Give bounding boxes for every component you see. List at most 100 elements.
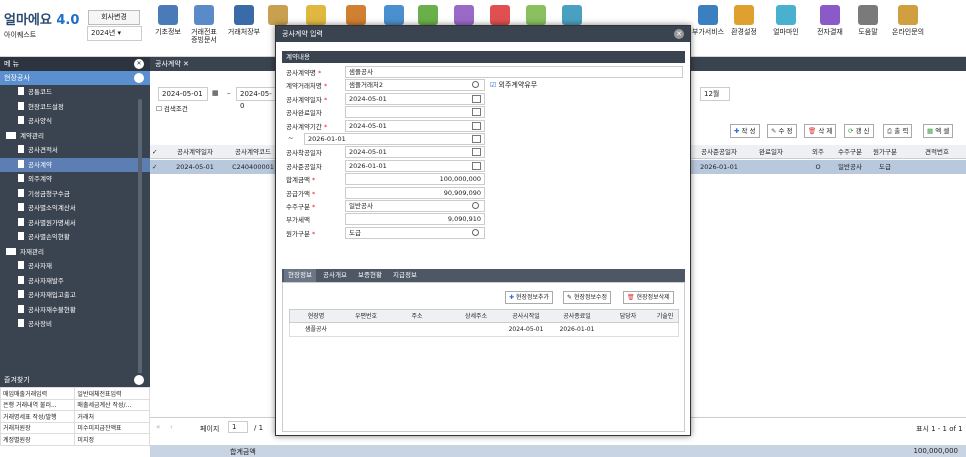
calendar-icon[interactable]: ▦: [212, 89, 219, 97]
outsource-checkbox[interactable]: ☑ 외주계약유무: [490, 80, 537, 90]
date-to-input[interactable]: 2024-05-0: [236, 87, 276, 110]
field-input[interactable]: 2024-05-01: [345, 92, 485, 105]
add-site-button[interactable]: ✚ 현장정보추가: [505, 291, 554, 304]
subtab-3[interactable]: 지급정보: [389, 269, 421, 282]
sidebar-item-9[interactable]: 공사별원가명세서: [0, 216, 150, 231]
calendar-icon[interactable]: [472, 135, 481, 143]
calendar-icon[interactable]: [472, 121, 481, 130]
toolbar-item-0[interactable]: 기초정보: [148, 5, 188, 36]
sidebar-item-16[interactable]: 공사장비: [0, 317, 150, 332]
favorite-item[interactable]: 은행 거래내역 불러...: [0, 398, 76, 411]
sidebar-item-13[interactable]: 공사자재발주: [0, 274, 150, 289]
subtab-2[interactable]: 보증현황: [354, 269, 386, 282]
calendar-icon[interactable]: [472, 94, 481, 103]
favorite-item[interactable]: 일반대체전표입력: [74, 387, 150, 400]
sidebar-item-2[interactable]: 공사양식: [0, 114, 150, 129]
page-input[interactable]: 1: [228, 421, 248, 433]
field-input[interactable]: 100,000,000: [345, 173, 485, 186]
sidebar-item-5[interactable]: 공사계약: [0, 157, 150, 172]
company-name: 아이퀘스트: [4, 31, 37, 39]
file-icon: [18, 116, 24, 124]
favorite-item[interactable]: 계정별원장: [0, 433, 76, 446]
edit-button[interactable]: ✎ 수 정: [767, 124, 797, 138]
field-input[interactable]: 9,090,910: [345, 213, 485, 226]
favorite-item[interactable]: 매입매출거래입력: [0, 387, 76, 400]
sidebar-item-15[interactable]: 공사자재수불현황: [0, 303, 150, 318]
favorite-item[interactable]: 매출세금계산 작성/...: [74, 398, 150, 411]
sidebar-item-12[interactable]: 공사자재: [0, 259, 150, 274]
search-icon[interactable]: [472, 228, 479, 236]
field-input[interactable]: [345, 106, 485, 119]
create-button[interactable]: ✚ 작 성: [730, 124, 760, 138]
file-icon: [18, 217, 24, 226]
select-all-checkbox[interactable]: ✓: [152, 145, 157, 159]
minus-icon[interactable]: [134, 73, 144, 83]
sidebar-item-0[interactable]: 공통코드: [0, 85, 150, 100]
subtab-1[interactable]: 공사개요: [319, 269, 351, 282]
sidebar-item-11[interactable]: 자재관리: [0, 245, 150, 260]
delete-button[interactable]: 🗑 삭 제: [804, 124, 837, 138]
print-button[interactable]: ⎙ 출 력: [883, 124, 913, 138]
toolbar-item-17[interactable]: 온라인문의: [888, 5, 928, 36]
toolbar-item-14[interactable]: 얼마마인: [766, 5, 806, 36]
field-input[interactable]: 2024-05-01: [345, 119, 485, 132]
toolbar-icon: [418, 5, 438, 25]
sidebar-item-6[interactable]: 외주계약: [0, 172, 150, 187]
toolbar-icon: [234, 5, 254, 25]
dialog-title: 공사계약 입력 ✕: [276, 26, 690, 42]
sidebar-item-1[interactable]: 현장코드설정: [0, 100, 150, 115]
subtab-0[interactable]: 현장정보: [284, 269, 316, 282]
first-page-icon[interactable]: «: [156, 423, 160, 431]
favorite-item[interactable]: 거래명세표 작성/발행: [0, 410, 76, 423]
menu-scrollbar[interactable]: [138, 99, 142, 379]
sidebar-item-3[interactable]: 계약관리: [0, 129, 150, 144]
toolbar-item-13[interactable]: 환경설정: [724, 5, 764, 36]
toolbar-item-12[interactable]: 부가서비스: [688, 5, 728, 36]
favorite-item[interactable]: 거래처: [74, 410, 150, 423]
field-input[interactable]: 2026-01-01: [304, 133, 485, 145]
sidebar-item-8[interactable]: 공사별소익계산서: [0, 201, 150, 216]
excel-button[interactable]: ▦ 엑 셀: [923, 124, 954, 138]
row-checkbox[interactable]: ✓: [152, 160, 157, 174]
change-company-button[interactable]: 회사변경: [88, 10, 140, 25]
file-icon: [18, 290, 24, 298]
field-input[interactable]: 2026-01-01: [345, 159, 485, 172]
search-condition-toggle[interactable]: ☐ 검색조건: [156, 103, 188, 113]
tab-contract[interactable]: 공사계약 ✕: [150, 57, 194, 71]
close-icon[interactable]: ✕: [674, 29, 684, 39]
field-input[interactable]: 2024-05-01: [345, 146, 485, 159]
calendar-icon[interactable]: [472, 148, 481, 157]
favorite-item[interactable]: 미수미지급잔액표: [74, 421, 150, 434]
delete-site-button[interactable]: 🗑 현장정보삭제: [623, 291, 674, 304]
date-from-input[interactable]: 2024-05-01: [158, 87, 208, 101]
toolbar-item-1[interactable]: 거래전표 증빙문서: [184, 5, 224, 44]
refresh-button[interactable]: ⟳ 갱 신: [844, 124, 874, 138]
toolbar-item-15[interactable]: 전자결재: [810, 5, 850, 36]
table-row[interactable]: 샘플공사 2024-05-01 2026-01-01: [289, 323, 679, 337]
action-icon: 🗑: [808, 127, 819, 135]
settings-icon[interactable]: [134, 375, 144, 385]
field-input[interactable]: 샘플공사: [345, 66, 683, 78]
search-icon[interactable]: [472, 202, 479, 209]
sidebar-item-10[interactable]: 공사별손익현황: [0, 230, 150, 245]
menu-section-current[interactable]: 현장공사: [0, 71, 150, 85]
prev-page-icon[interactable]: ‹: [170, 423, 173, 431]
file-icon: [18, 159, 24, 168]
field-input[interactable]: 샘플거래처2: [345, 79, 485, 92]
field-input[interactable]: 90,909,090: [345, 186, 485, 199]
field-input[interactable]: 도급: [345, 226, 485, 239]
month-select[interactable]: 12월: [700, 87, 730, 101]
sidebar-item-14[interactable]: 공사자재입고출고: [0, 288, 150, 303]
toolbar-icon: [820, 5, 840, 25]
calendar-icon[interactable]: [472, 161, 481, 170]
favorite-item[interactable]: 거래처원장: [0, 421, 76, 434]
sidebar-item-4[interactable]: 공사견적서: [0, 143, 150, 158]
sidebar-item-7[interactable]: 기성금청구수금: [0, 187, 150, 202]
favorite-item[interactable]: 미지정: [74, 433, 150, 446]
field-input[interactable]: 일반공사: [345, 200, 485, 212]
calendar-icon[interactable]: [472, 108, 481, 117]
close-icon[interactable]: ✕: [134, 59, 144, 69]
year-select[interactable]: 2024년 ▾: [87, 26, 142, 41]
toolbar-item-16[interactable]: 도움말: [848, 5, 888, 36]
edit-site-button[interactable]: ✎ 현장정보수정: [563, 291, 612, 304]
